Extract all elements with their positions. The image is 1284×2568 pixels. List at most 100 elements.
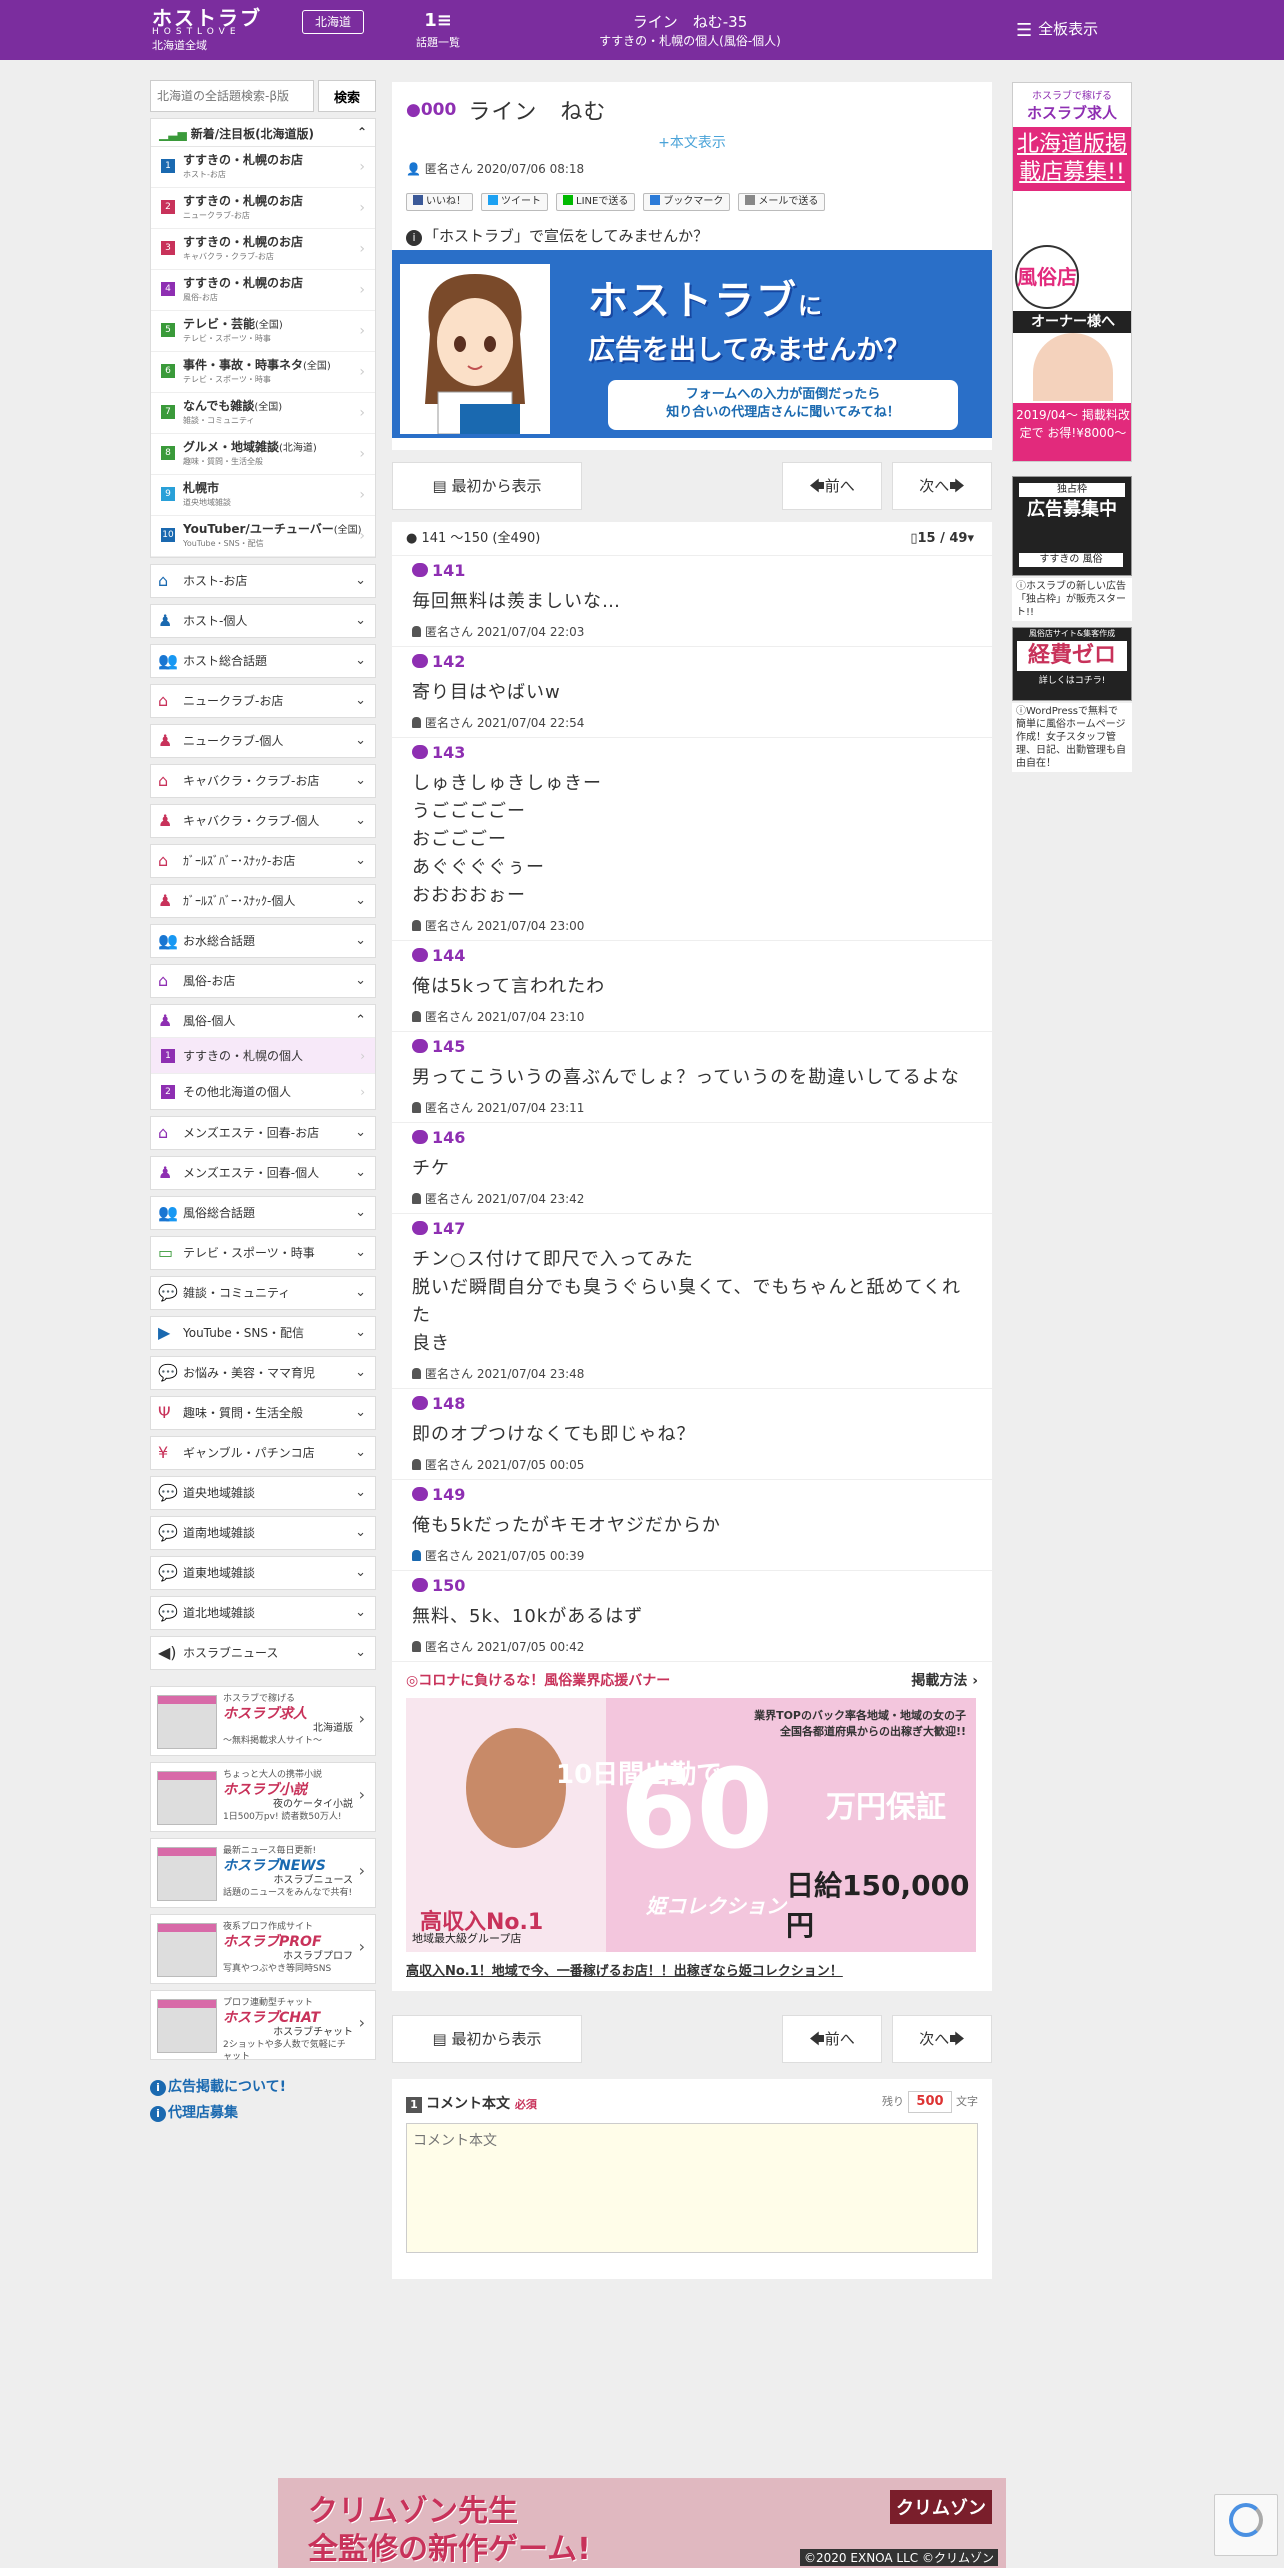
thumbnail-bar: [158, 1696, 216, 1704]
category-item[interactable]: 💬 道央地域雑談 ⌄: [150, 1476, 376, 1510]
banner-link[interactable]: 高収入No.1！地域で今、一番稼げるお店！！出稼ぎなら姫コレクション！: [406, 1960, 978, 1979]
sidebar-ranking-item[interactable]: 4 すすきの・札幌のお店 風俗-お店 ›: [151, 270, 375, 311]
category-label: キャバクラ・クラブ-個人: [183, 814, 320, 828]
sidebar-ranking-item[interactable]: 3 すすきの・札幌のお店 キャバクラ・クラブ-お店 ›: [151, 229, 375, 270]
category-item[interactable]: ⌂ 風俗-お店 ⌄: [150, 964, 376, 998]
category-item[interactable]: 💬 道北地域雑談 ⌄: [150, 1596, 376, 1630]
wordpress-ad-banner[interactable]: 風俗店サイト&集客作成 経費ゼロ 詳しくはコチラ!: [1012, 627, 1132, 701]
category-item[interactable]: Ψ 趣味・質問・生活全般 ⌄: [150, 1396, 376, 1430]
post-number[interactable]: 145: [412, 1036, 972, 1058]
post-date: 2021/07/05 00:39: [476, 1549, 585, 1563]
post-number[interactable]: 144: [412, 945, 972, 967]
next-button[interactable]: 次へ🡆: [892, 462, 992, 510]
thread-title-row: ●000 ライン ねむ: [406, 94, 978, 126]
prev-button[interactable]: 🡄前へ: [782, 2015, 882, 2063]
job-ad-banner[interactable]: ホスラブで稼げる ホスラブ求人 北海道版掲載店募集!! 風俗店 オーナー様へ 2…: [1012, 82, 1132, 462]
sidebar-ranking-item[interactable]: 2 すすきの・札幌のお店 ニュークラブ-お店 ›: [151, 188, 375, 229]
next-button[interactable]: 次へ🡆: [892, 2015, 992, 2063]
search-button[interactable]: 検索: [318, 80, 376, 112]
category-item[interactable]: 👥 風俗総合話題 ⌄: [150, 1196, 376, 1230]
category-item[interactable]: ♟ キャバクラ・クラブ-個人 ⌄: [150, 804, 376, 838]
category-item[interactable]: ⌂ ニュークラブ-お店 ⌄: [150, 684, 376, 718]
banner-method-link[interactable]: 掲載方法 ›: [911, 1670, 978, 1690]
caret-down-icon: ▾: [967, 531, 974, 546]
post-number[interactable]: 142: [412, 651, 972, 673]
sidebar-ranking-item[interactable]: 8 グルメ・地域雑談(北海道) 趣味・質問・生活全般 ›: [151, 434, 375, 475]
prev-button[interactable]: 🡄前へ: [782, 462, 882, 510]
recaptcha-badge[interactable]: [1214, 2494, 1278, 2556]
footer-ad-banner[interactable]: クリムゾン先生 全監修の新作ゲーム! クリムゾン ©2020 EXNOA LLC…: [278, 2478, 1006, 2568]
post-meta: 匿名さん 2021/07/05 00:42: [412, 1639, 972, 1655]
post-number[interactable]: 150: [412, 1575, 972, 1597]
category-item[interactable]: ♟ ｶﾞｰﾙｽﾞﾊﾞｰ･ｽﾅｯｸ-個人 ⌄: [150, 884, 376, 918]
post-number[interactable]: 148: [412, 1393, 972, 1415]
post-body: 男ってこういうの喜ぶんでしょ？っていうのを勘違いしてるよな: [412, 1064, 972, 1092]
topics-list-button[interactable]: 1≡ 話題一覧: [410, 8, 466, 50]
support-banner-image[interactable]: 業界TOPのバック率各地域・地域の女の子 全国各都道府県からの出稼ぎ大歓迎!! 1…: [406, 1698, 976, 1952]
logo-main: ホストラブ: [152, 6, 262, 30]
service-card[interactable]: 最新ニュース毎日更新! ホスラブNEWS ホスラブニュース 話題のニュースをみんなで共…: [150, 1838, 376, 1908]
ranking-header[interactable]: ▁▃▅ 新着/注目板(北海道版) ⌃: [151, 119, 375, 147]
site-logo[interactable]: ホストラブ HOSTLOVE 北海道全域: [152, 8, 262, 53]
category-item[interactable]: ⌂ メンズエステ・回春-お店 ⌄: [150, 1116, 376, 1150]
category-item[interactable]: 💬 道東地域雑談 ⌄: [150, 1556, 376, 1590]
service-card[interactable]: プロフ連動型チャット ホスラブCHAT ホスラブチャット 2ショットや多人数で気軽にチ…: [150, 1990, 376, 2062]
sidebar-ranking-item[interactable]: 9 札幌市 道央地域雑談 ›: [151, 475, 375, 516]
comment-textarea[interactable]: [406, 2123, 978, 2253]
category-item[interactable]: ♟ ホスト-個人 ⌄: [150, 604, 376, 638]
facebook-like-button[interactable]: いいね！: [406, 193, 473, 211]
exclusive-ad-caption[interactable]: ⓘホスラブの新しい広告「独占枠」が販売スタート!!: [1012, 578, 1132, 621]
chevron-right-icon: ›: [358, 2013, 365, 2032]
exclusive-ad-bottom: すすきの 風俗: [1019, 553, 1123, 567]
agency-link[interactable]: i 代理店募集: [150, 2100, 376, 2126]
category-header[interactable]: ♟ 風俗-個人 ⌃: [151, 1005, 375, 1037]
service-card[interactable]: ちょっと大人の携帯小説 ホスラブ小説 夜のケータイ小説 1日500万pv! 読者数50…: [150, 1762, 376, 1832]
ad-info-link[interactable]: i 広告掲載について!: [150, 2074, 376, 2100]
show-from-start-button[interactable]: ▤ 最初から表示: [392, 2015, 582, 2063]
category-item[interactable]: 💬 お悩み・美容・ママ育児 ⌄: [150, 1356, 376, 1390]
category-item[interactable]: ⌂ キャバクラ・クラブ-お店 ⌄: [150, 764, 376, 798]
twitter-tweet-button[interactable]: ツイート: [481, 193, 548, 211]
email-share-button[interactable]: メールで送る: [738, 193, 826, 211]
post-number[interactable]: 149: [412, 1484, 972, 1506]
sidebar-ranking-item[interactable]: 7 なんでも雑談(全国) 雑談・コミュニティ ›: [151, 393, 375, 434]
post-number[interactable]: 146: [412, 1127, 972, 1149]
post-number[interactable]: 143: [412, 742, 972, 764]
category-item[interactable]: ♟ メンズエステ・回春-個人 ⌄: [150, 1156, 376, 1190]
subcategory-item[interactable]: 2 その他北海道の個人 ›: [151, 1073, 375, 1109]
group-icon: 👥: [158, 931, 178, 950]
post-number[interactable]: 141: [412, 560, 972, 582]
advertise-banner[interactable]: ホストラブに 広告を出してみませんか？ フォームへの入力が面倒だったら 知り合い…: [392, 250, 992, 438]
service-card[interactable]: ホスラブで稼げる ホスラブ求人 北海道版 〜無料掲載求人サイト〜 ›: [150, 1686, 376, 1756]
service-card[interactable]: 夜系プロフ作成サイト ホスラブPROF ホスラブプロフ 写真やつぶやき等同時SNS ›: [150, 1914, 376, 1984]
post-number[interactable]: 147: [412, 1218, 972, 1240]
category-item[interactable]: 👥 お水総合話題 ⌄: [150, 924, 376, 958]
sidebar-ranking-item[interactable]: 10 YouTuber/ユーチューバー(全国) YouTube・SNS・配信 ›: [151, 516, 375, 557]
line-share-button[interactable]: LINEで送る: [556, 193, 636, 211]
category-item[interactable]: 👥 ホスト総合話題 ⌄: [150, 644, 376, 678]
bookmark-button[interactable]: ブックマーク: [643, 193, 731, 211]
search-input[interactable]: [150, 80, 314, 112]
sidebar-ranking-item[interactable]: 6 事件・事故・時事ネタ(全国) テレビ・スポーツ・時事 ›: [151, 352, 375, 393]
category-item[interactable]: ¥ ギャンブル・パチンコ店 ⌄: [150, 1436, 376, 1470]
show-from-start-button[interactable]: ▤ 最初から表示: [392, 462, 582, 510]
category-item[interactable]: 💬 道南地域雑談 ⌄: [150, 1516, 376, 1550]
category-item[interactable]: ▭ テレビ・スポーツ・時事 ⌄: [150, 1236, 376, 1270]
show-all-boards-button[interactable]: ☰ 全板表示: [1016, 18, 1098, 41]
category-item[interactable]: ▶ YouTube・SNS・配信 ⌄: [150, 1316, 376, 1350]
category-item[interactable]: ⌂ ホスト-お店 ⌄: [150, 564, 376, 598]
sidebar-ranking-item[interactable]: 1 すすきの・札幌のお店 ホスト-お店 ›: [151, 147, 375, 188]
category-item[interactable]: ⌂ ｶﾞｰﾙｽﾞﾊﾞｰ･ｽﾅｯｸ-お店 ⌄: [150, 844, 376, 878]
show-body-link[interactable]: +本文表示: [406, 132, 978, 152]
user-icon: [412, 1193, 421, 1204]
wordpress-ad-caption[interactable]: ⓘWordPressで無料で簡単に風俗ホームページ作成！女子スタッフ管理、日記、…: [1012, 703, 1132, 772]
category-item[interactable]: ◀) ホスラブニュース ⌄: [150, 1636, 376, 1670]
exclusive-ad-banner[interactable]: 独占枠 広告募集中 すすきの 風俗: [1012, 476, 1132, 576]
category-item[interactable]: ♟ ニュークラブ-個人 ⌄: [150, 724, 376, 758]
region-button[interactable]: 北海道: [302, 10, 364, 34]
post-number-value: 147: [432, 1219, 466, 1238]
category-item[interactable]: 💬 雑談・コミュニティ ⌄: [150, 1276, 376, 1310]
sidebar-ranking-item[interactable]: 5 テレビ・芸能(全国) テレビ・スポーツ・時事 ›: [151, 311, 375, 352]
subcategory-item[interactable]: 1 すすきの・札幌の個人 ›: [151, 1037, 375, 1073]
page-selector[interactable]: ▯15 / 49▾: [910, 522, 974, 556]
